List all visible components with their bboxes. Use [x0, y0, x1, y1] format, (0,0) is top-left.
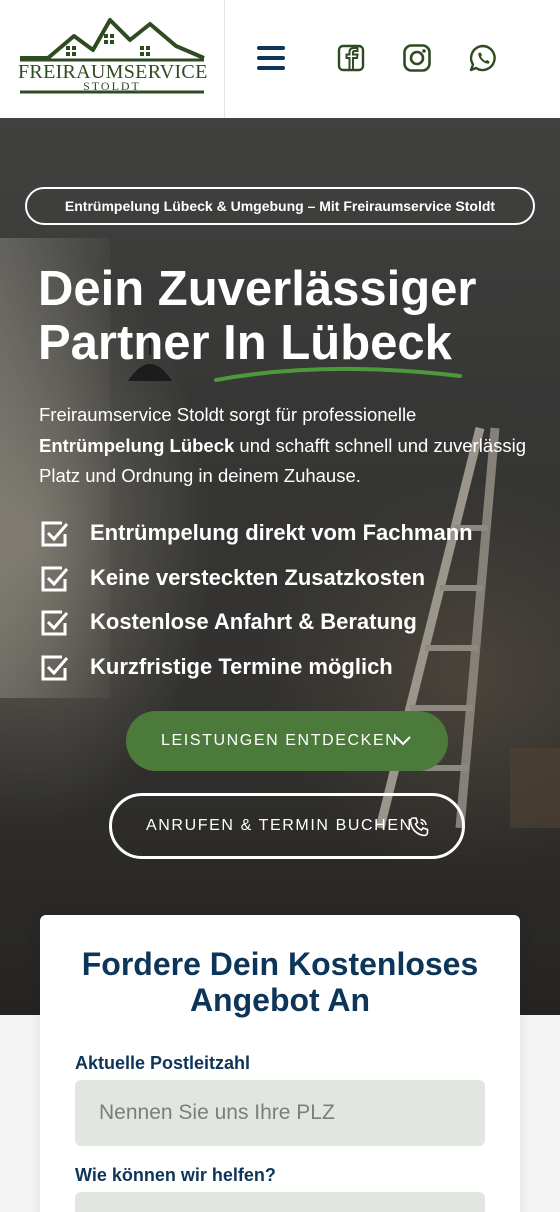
- hero-headline: Dein Zuverlässiger Partner In Lübeck: [38, 262, 538, 370]
- hero-intro: Freiraumservice Stoldt sorgt für profess…: [39, 400, 529, 492]
- phone-icon: [409, 817, 429, 837]
- services-button[interactable]: LEISTUNGEN ENTDECKEN: [126, 711, 448, 771]
- logo-rule: [20, 90, 204, 94]
- call-button-label: ANRUFEN & TERMIN BUCHEN: [146, 817, 413, 834]
- benefit-text: Kurzfristige Termine möglich: [90, 653, 393, 679]
- benefit-text: Kostenlose Anfahrt & Beratung: [90, 609, 417, 634]
- intro-text-1: Freiraumservice Stoldt sorgt für profess…: [39, 404, 417, 425]
- form-title: Fordere Dein Kostenloses Angebot An: [81, 946, 479, 1018]
- headline-underline-swoosh: [214, 366, 462, 382]
- house-roof-icon: [20, 18, 205, 62]
- call-button[interactable]: ANRUFEN & TERMIN BUCHEN: [109, 793, 465, 859]
- list-item: Keine versteckten Zusatzkosten: [38, 561, 538, 606]
- postcode-input[interactable]: [75, 1080, 485, 1146]
- intro-text-bold: Entrümpelung Lübeck: [39, 434, 235, 456]
- logo[interactable]: FREIRAUMSERVICE STOLDT: [18, 16, 207, 96]
- hero-section: Entrümpelung Lübeck & Umgebung – Mit Fre…: [0, 118, 560, 1015]
- services-button-label: LEISTUNGEN ENTDECKEN: [161, 732, 399, 749]
- location-badge[interactable]: Entrümpelung Lübeck & Umgebung – Mit Fre…: [25, 187, 535, 225]
- checkbox-checked-icon: [41, 566, 69, 591]
- instagram-icon[interactable]: [402, 42, 432, 74]
- list-item: Kostenlose Anfahrt & Beratung: [38, 605, 538, 650]
- help-label: Wie können wir helfen?: [75, 1165, 276, 1185]
- benefit-text: Entrümpelung direkt vom Fachmann: [90, 520, 473, 545]
- headline-line-1: Dein Zuverlässiger: [38, 262, 477, 316]
- header-divider: [224, 0, 225, 118]
- quote-form-card: Fordere Dein Kostenloses Angebot An Aktu…: [40, 915, 520, 1212]
- benefit-text: Keine versteckten Zusatzkosten: [90, 564, 426, 590]
- list-item: Entrümpelung direkt vom Fachmann: [38, 516, 538, 561]
- help-select[interactable]: [75, 1192, 485, 1212]
- facebook-icon[interactable]: [336, 42, 366, 74]
- chevron-down-icon: [395, 736, 411, 746]
- checkbox-checked-icon: [41, 610, 69, 636]
- postcode-label: Aktuelle Postleitzahl: [75, 1053, 251, 1073]
- hamburger-icon[interactable]: [252, 40, 290, 76]
- site-header: FREIRAUMSERVICE STOLDT: [0, 0, 560, 118]
- list-item: Kurzfristige Termine möglich: [38, 650, 538, 695]
- checkbox-checked-icon: [41, 521, 69, 547]
- checkbox-checked-icon: [41, 655, 69, 680]
- benefits-list: Entrümpelung direkt vom Fachmann Keine v…: [38, 516, 538, 694]
- whatsapp-icon[interactable]: [468, 42, 498, 74]
